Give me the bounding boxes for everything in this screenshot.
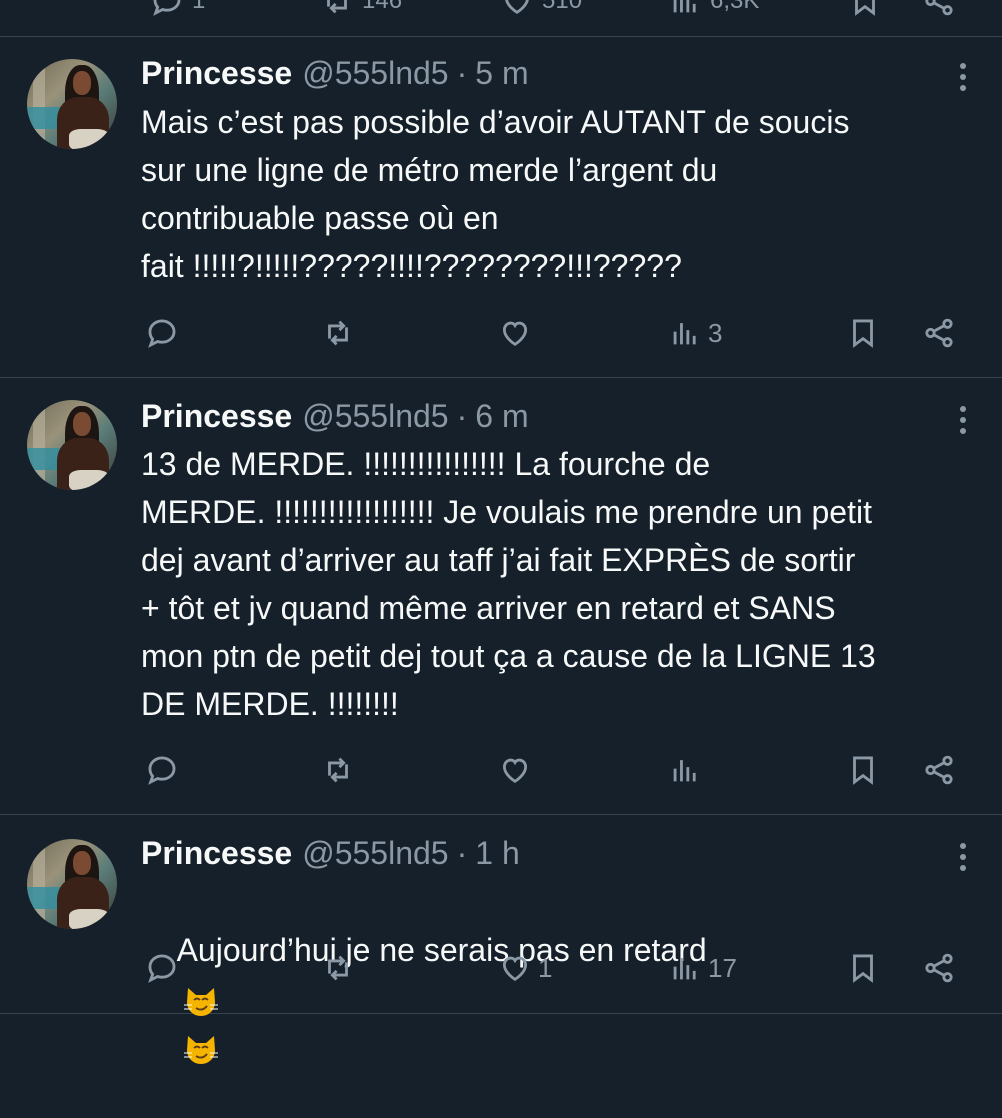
heart-icon — [502, 321, 528, 346]
share-icon — [925, 318, 953, 348]
bookmark-icon — [853, 756, 873, 785]
separator-dot: · — [456, 834, 468, 871]
avatar[interactable] — [27, 839, 117, 929]
tweet-action-bar: 1 17 — [0, 948, 1002, 988]
smirking-cat-face-icon — [183, 1035, 218, 1064]
tweet-action-bar — [0, 750, 1002, 790]
repost-icon — [327, 0, 347, 14]
reply-icon — [148, 954, 176, 983]
tweet[interactable]: Princesse @555lnd5 · 6 m 13 de MERDE. !!… — [0, 378, 1002, 815]
tweet[interactable]: Princesse @555lnd5 · 1 h Aujourd’hui je … — [0, 815, 1002, 1064]
repost-icon — [328, 320, 348, 346]
views-button[interactable]: 6,3K — [668, 0, 759, 18]
share-button[interactable] — [922, 948, 956, 988]
like-count: 510 — [542, 0, 583, 14]
separator-dot: · — [456, 54, 468, 91]
user-handle[interactable]: @555lnd5 — [302, 835, 448, 872]
smirking-cat-face-icon — [183, 987, 218, 1016]
timestamp[interactable]: 6 m — [475, 398, 528, 435]
reply-button[interactable] — [145, 313, 185, 353]
views-count: 3 — [708, 317, 723, 348]
views-count: 17 — [708, 952, 737, 983]
like-button[interactable]: 1 — [498, 948, 552, 988]
display-name[interactable]: Princesse — [141, 55, 292, 92]
bookmark-icon — [853, 319, 873, 348]
share-button[interactable] — [922, 313, 956, 353]
like-button[interactable]: 510 — [500, 0, 582, 18]
bookmark-button[interactable] — [846, 948, 880, 988]
tweet-header: Princesse @555lnd5 · 5 m — [141, 51, 529, 95]
bookmark-button[interactable] — [846, 750, 880, 790]
more-options-button[interactable] — [950, 59, 976, 95]
views-icon — [673, 760, 696, 782]
tweet-text-container: Aujourd’hui je ne serais pas en retard — [141, 878, 986, 1118]
tweet-header: Princesse @555lnd5 · 6 m — [141, 394, 529, 438]
like-count: 1 — [538, 952, 553, 983]
reply-icon — [148, 756, 176, 785]
tweet-text: Mais c’est pas possible d’avoir AUTANT d… — [141, 104, 850, 284]
share-button[interactable] — [922, 0, 956, 18]
tweet[interactable]: Princesse @555lnd5 · 5 m Mais c’est pas … — [0, 37, 1002, 378]
heart-icon — [502, 758, 528, 783]
share-button[interactable] — [922, 750, 956, 790]
reply-button[interactable] — [145, 750, 185, 790]
avatar-photo-background — [33, 404, 45, 484]
repost-button[interactable] — [321, 750, 361, 790]
repost-icon — [328, 757, 348, 783]
timestamp[interactable]: 5 m — [475, 55, 528, 92]
bookmark-icon — [853, 954, 873, 983]
reply-button[interactable] — [145, 948, 185, 988]
heart-icon — [505, 0, 529, 14]
user-handle[interactable]: @555lnd5 — [302, 55, 448, 92]
more-dot-icon — [960, 63, 966, 69]
views-count: 6,3K — [710, 0, 760, 14]
tweet-header: Princesse @555lnd5 · 1 h — [141, 831, 520, 875]
repost-button[interactable] — [321, 948, 361, 988]
more-dot-icon — [960, 406, 966, 412]
user-handle[interactable]: @555lnd5 — [302, 398, 448, 435]
avatar[interactable] — [27, 59, 117, 149]
tweet-text: 13 de MERDE. !!!!!!!!!!!!!!!! La fourche… — [141, 446, 876, 722]
repost-button[interactable] — [321, 313, 361, 353]
reply-count: 1 — [192, 0, 206, 14]
share-icon — [925, 755, 953, 785]
reply-icon — [148, 319, 176, 348]
share-icon — [925, 0, 953, 16]
views-icon — [673, 0, 696, 13]
avatar[interactable] — [27, 400, 117, 490]
bookmark-icon — [855, 0, 875, 16]
share-icon — [925, 953, 953, 983]
bookmark-button[interactable] — [848, 0, 882, 18]
repost-icon — [328, 955, 348, 981]
views-button[interactable]: 17 — [668, 948, 737, 988]
avatar-photo-background — [33, 843, 45, 923]
display-name[interactable]: Princesse — [141, 398, 292, 435]
more-options-button[interactable] — [950, 839, 976, 875]
separator-dot: · — [456, 397, 468, 434]
reply-button[interactable]: 1 — [150, 0, 205, 18]
heart-icon — [502, 956, 528, 981]
avatar-photo-background — [33, 63, 45, 143]
views-button[interactable] — [668, 750, 708, 790]
like-button[interactable] — [498, 750, 538, 790]
display-name[interactable]: Princesse — [141, 835, 292, 872]
timestamp[interactable]: 1 h — [475, 835, 519, 872]
views-button[interactable]: 3 — [668, 313, 722, 353]
reply-icon — [153, 0, 181, 16]
bookmark-button[interactable] — [846, 313, 880, 353]
tweet-action-bar: 3 — [0, 313, 1002, 353]
views-icon — [673, 958, 696, 980]
repost-count: 146 — [362, 0, 403, 14]
previous-tweet-action-bar: 1 146 510 6,3K — [0, 0, 1002, 37]
more-options-button[interactable] — [950, 402, 976, 438]
repost-button[interactable]: 146 — [320, 0, 402, 18]
views-icon — [673, 323, 696, 345]
like-button[interactable] — [498, 313, 538, 353]
more-dot-icon — [960, 843, 966, 849]
